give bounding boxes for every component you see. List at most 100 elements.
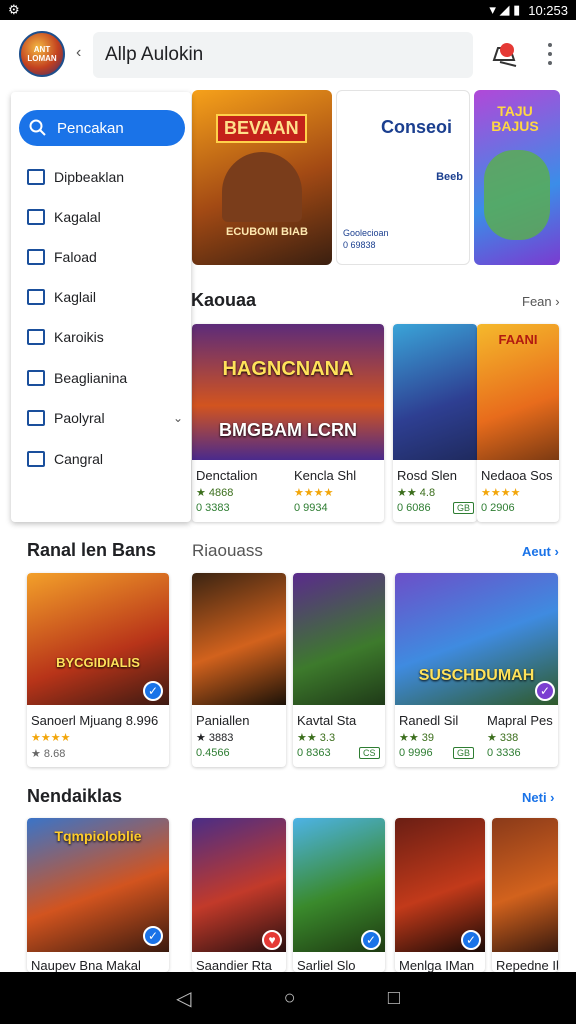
app-card[interactable]: Tqmpioloblie ✓ Naupev Bna Makal <box>27 818 169 972</box>
app-name: Nedaoa Sos <box>481 468 553 483</box>
app-name: Kencla Shl <box>294 468 357 483</box>
grid-icon <box>27 410 45 426</box>
app-rating: ★★ 3.3 <box>297 732 336 744</box>
mail-icon <box>27 370 45 386</box>
notification-bell-icon[interactable] <box>490 40 518 68</box>
document-icon <box>27 329 45 345</box>
more-vert-icon[interactable] <box>540 40 560 68</box>
search-icon <box>29 119 46 136</box>
app-art <box>393 324 477 460</box>
app-card[interactable]: Paniallen ★ 3883 0.4566 <box>192 573 286 767</box>
app-rating: ★ 4868 <box>196 487 234 499</box>
app-price: 0.4566 <box>196 747 230 759</box>
menu-item[interactable]: Kagalal <box>27 202 187 232</box>
app-name: Ranedl Sil <box>399 713 459 728</box>
app-name: Sarliel Slo <box>297 958 356 972</box>
heart-badge-icon: ♥ <box>262 930 282 950</box>
app-name: Repedne Ilo <box>496 958 558 972</box>
section-more-link[interactable]: Neti › <box>522 790 555 805</box>
banner-title: Conseoi <box>381 117 453 137</box>
app-card[interactable]: SUSCHDUMAH ✓ Ranedl Sil ★★ 39 0 9996 GB … <box>395 573 558 767</box>
section-title: Kaouaa <box>191 290 257 310</box>
menu-item[interactable]: Kaglail <box>27 282 187 312</box>
banner-footer: Goolecioan 0 69838 <box>343 228 389 250</box>
back-icon[interactable]: ◁ <box>176 986 191 1011</box>
app-art <box>293 573 385 705</box>
card-icon <box>27 289 45 305</box>
app-name: Kavtal Sta <box>297 713 357 728</box>
menu-item[interactable]: Karoikis <box>27 322 187 352</box>
app-name: Mapral Pes <box>487 713 553 728</box>
menu-search-label: Pencakan <box>57 119 124 137</box>
signal-icons: ▾ ◢ ▮ <box>489 2 521 17</box>
banner-subtitle: ECUBOMI BIAB <box>226 226 308 238</box>
app-price: 0 3336 <box>487 747 521 759</box>
home-icon[interactable]: ○ <box>284 987 296 1010</box>
app-name: Saandier Rta <box>196 958 272 972</box>
menu-item[interactable]: Cangral <box>27 444 187 474</box>
featured-banner-3[interactable]: TAJU BAJUS <box>474 90 560 265</box>
chevron-down-icon: ⌄ <box>172 411 183 425</box>
menu-item[interactable]: Dipbeaklan <box>27 162 187 192</box>
app-card[interactable]: ✓ Menlga IMan <box>395 818 485 972</box>
app-name: Denctalion <box>196 468 258 483</box>
app-name: Rosd Slen <box>397 468 457 483</box>
menu-search-button[interactable]: Pencakan <box>19 110 185 146</box>
notification-icon: ⚙ <box>8 2 20 17</box>
clock: 10:253 <box>528 2 568 18</box>
menu-item[interactable]: Paolyral ⌄ <box>27 403 187 433</box>
app-card[interactable]: Repedne Ilo <box>492 818 558 972</box>
verified-badge-icon: ✓ <box>143 926 163 946</box>
app-price: 0 9996 <box>399 747 433 759</box>
app-rating: ★★★★ <box>294 487 334 499</box>
app-art: HAGNCNANA BMGBAM LCRN <box>192 324 384 460</box>
menu-item[interactable]: Faload <box>27 242 187 272</box>
system-nav-bar: ◁ ○ □ <box>0 972 576 1024</box>
app-card[interactable]: Rosd Slen ★★ 4.8 0 6086 GB <box>393 324 477 522</box>
banner-side-label: Beeb <box>436 171 463 183</box>
app-price: 0 2906 <box>481 502 515 514</box>
app-art: SUSCHDUMAH <box>395 573 558 705</box>
app-name: Menlga IMan <box>399 958 475 972</box>
app-tag: GB <box>453 747 475 759</box>
app-price: 0 3383 <box>196 502 230 514</box>
app-card[interactable]: FAANI Nedaoa Sos ★★★★ 0 2906 <box>477 324 559 522</box>
app-card[interactable]: Kavtal Sta ★★ 3.3 0 8363 CS <box>293 573 385 767</box>
app-card[interactable]: BYCGIDIALIS ✓ Sanoerl Mjuang 8.996 ★★★★ … <box>27 573 169 767</box>
status-bar: ⚙ ▾ ◢ ▮ 10:253 <box>0 0 576 20</box>
section-title: Ranal len Bans <box>27 540 157 560</box>
banner-character <box>484 150 550 240</box>
app-rating: ★★★★ <box>481 487 521 499</box>
app-name: Paniallen <box>196 713 250 728</box>
section-title: Nendaiklas <box>27 786 123 806</box>
app-art <box>492 818 558 952</box>
app-logo[interactable]: ANT LOMAN <box>19 31 65 77</box>
folder-icon <box>27 451 45 467</box>
section-more-link[interactable]: Fean › <box>522 294 560 309</box>
banner-title: TAJU BAJUS <box>491 103 539 134</box>
app-art: FAANI <box>477 324 559 460</box>
banner-character <box>222 152 302 222</box>
app-rating: ★★★★ <box>31 732 71 744</box>
app-art <box>192 573 286 705</box>
calendar-icon <box>27 169 45 185</box>
featured-banner-2[interactable]: Conseoi Beeb Goolecioan 0 69838 <box>336 90 470 265</box>
app-rating: ★ 3883 <box>196 732 234 744</box>
app-price: ★ 8.68 <box>31 748 66 760</box>
app-card[interactable]: Kencla Shl ★★★★ 0 9934 <box>290 462 384 522</box>
app-tag: CS <box>359 747 380 759</box>
gallery-icon <box>27 209 45 225</box>
search-input[interactable]: Allp Aulokin <box>93 32 473 78</box>
recent-apps-icon[interactable]: □ <box>388 987 400 1010</box>
app-card[interactable]: ♥ Saandier Rta <box>192 818 286 972</box>
menu-item[interactable]: Beaglianina <box>27 363 187 393</box>
featured-banner-1[interactable]: BEVAAN ECUBOMI BIAB <box>192 90 332 265</box>
verified-badge-icon: ✓ <box>535 681 555 701</box>
verified-badge-icon: ✓ <box>361 930 381 950</box>
search-value: Allp Aulokin <box>105 44 204 65</box>
section-more-link[interactable]: Aeut › <box>522 544 559 559</box>
app-card[interactable]: ✓ Sarliel Slo <box>293 818 385 972</box>
app-name: Sanoerl Mjuang 8.996 <box>31 713 159 728</box>
top-app-bar: ANT LOMAN ‹ Allp Aulokin <box>0 20 576 88</box>
back-arrow-icon[interactable]: ‹ <box>76 44 81 62</box>
